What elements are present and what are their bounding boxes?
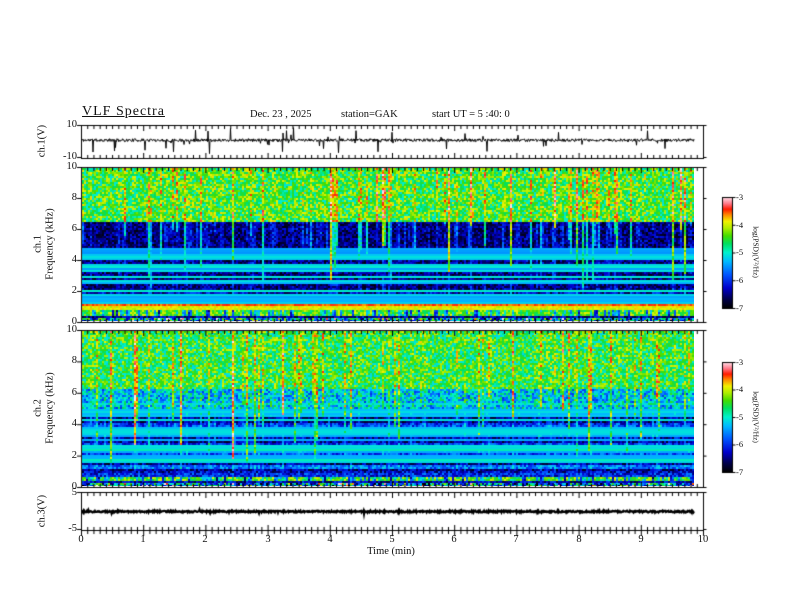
spec1-frequency-label: Frequency (kHz) (44, 208, 55, 280)
spec1-channel-label: ch.1 (32, 235, 44, 253)
spec2-axis-label: ch.2 Frequency (kHz) (33, 372, 56, 443)
spec2-frequency-label: Frequency (kHz) (44, 372, 55, 444)
ch2-spectrogram-heatmap (82, 331, 694, 486)
header-station: station=GAK (341, 109, 398, 120)
cb2-tick: -3 (736, 357, 744, 367)
xtick: 10 (697, 534, 709, 545)
spec1-ytick: 10 (66, 161, 78, 172)
spec1-ytick: 2 (71, 285, 77, 296)
cb1-tick: -4 (736, 220, 744, 230)
spec1-axis-label: ch.1 Frequency (kHz) (33, 208, 56, 279)
cb1-tick: -6 (736, 275, 744, 285)
xtick: 7 (513, 534, 519, 545)
spec2-ytick: 8 (71, 355, 77, 366)
header-date: Dec. 23 , 2025 (250, 109, 312, 120)
ch1-spectrogram-heatmap (82, 168, 694, 321)
spec2-ytick: 6 (71, 387, 77, 398)
cb2-tick: -4 (736, 384, 744, 394)
ch1-ymax-tick-label: 10 (66, 119, 78, 130)
spec2-channel-label: ch.2 (32, 399, 44, 417)
xtick: 8 (576, 534, 582, 545)
vlf-spectra-figure: VLF Spectra Dec. 23 , 2025 station=GAK s… (0, 0, 792, 612)
spec2-ytick: 2 (71, 450, 77, 461)
cb2-tick: -7 (736, 467, 744, 477)
ch1-axis-label: ch.1(V) (36, 124, 48, 158)
ch3-axis-label: ch.3(V) (36, 494, 48, 528)
xtick: 5 (389, 534, 395, 545)
spec1-ytick: 6 (71, 223, 77, 234)
cb1-tick: -3 (736, 192, 744, 202)
header-start-ut: start UT = 5 :40: 0 (432, 109, 510, 120)
spec1-ytick: 8 (71, 192, 77, 203)
spec2-ytick: 10 (66, 324, 78, 335)
ch3-ymin-tick-label: -5 (68, 523, 77, 534)
cb1-tick: -7 (736, 303, 744, 313)
xtick: 3 (265, 534, 271, 545)
spec1-ytick: 4 (71, 254, 77, 265)
ch3-ymax-tick-label: 5 (71, 487, 77, 498)
xtick: 1 (140, 534, 146, 545)
xaxis-title: Time (min) (367, 546, 415, 557)
xtick: 6 (451, 534, 457, 545)
xtick: 9 (638, 534, 644, 545)
xtick: 4 (327, 534, 333, 545)
cb2-tick: -6 (736, 439, 744, 449)
cb2-unit-label: log(PSD)(V²/Hz) (751, 391, 761, 443)
xtick: 0 (78, 534, 84, 545)
cb1-unit-label: log(PSD)(V²/Hz) (751, 226, 761, 278)
spec2-ytick: 4 (71, 418, 77, 429)
figure-title: VLF Spectra (82, 104, 165, 119)
cb2-tick: -5 (736, 412, 744, 422)
xtick: 2 (202, 534, 208, 545)
cb1-tick: -5 (736, 247, 744, 257)
